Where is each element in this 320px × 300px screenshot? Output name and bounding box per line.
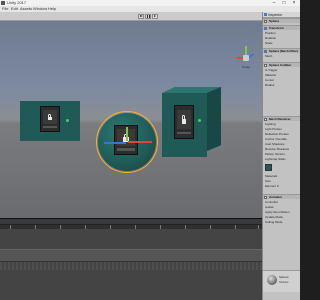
inspector-field: Mesh [265,54,273,58]
unity-logo-icon [1,1,5,5]
pause-button[interactable] [145,14,151,19]
move-x-handle[interactable] [128,141,152,143]
component-header[interactable]: Animator [263,194,300,199]
component-header[interactable]: Transform [263,25,300,30]
material-name: Sphere [279,275,289,279]
inspector-field: Radius [265,83,275,87]
inspector-field: Culling Mode [265,220,283,224]
timeline-track[interactable] [0,249,262,262]
material-shader: Shader [279,280,289,284]
component-enabled-checkbox[interactable] [264,64,267,67]
timeline-clip-region [0,262,262,270]
component-enabled-checkbox[interactable] [264,196,267,199]
inspector-field: Lightmap Static [265,157,286,161]
pause-icon [147,15,150,18]
scene-view[interactable]: Persp [0,21,262,218]
cube-side-face [207,87,221,151]
step-button[interactable] [152,14,158,19]
move-z-handle[interactable] [104,142,126,144]
component-header[interactable]: Mesh Renderer [263,116,300,121]
active-checkbox[interactable] [264,20,267,23]
lock-icon [47,113,53,121]
inspector-field: Scale [265,41,273,45]
inspector-panel: Inspector Sphere Transform Position Rota… [262,12,300,300]
toolbar [0,12,262,21]
play-button[interactable] [138,14,144,19]
material-sphere-icon [267,275,277,285]
inspector-icon [264,13,267,16]
perspective-label[interactable]: Persp [236,65,256,69]
status-indicator [66,119,69,122]
object-name: Sphere [269,19,280,23]
inspector-field: Element 0 [265,184,279,188]
step-icon [154,15,156,17]
move-y-handle[interactable] [126,127,128,141]
transform-icon [264,27,267,30]
play-icon [140,15,143,17]
login-card [40,106,60,132]
scene-orientation-gizmo[interactable]: Persp [236,46,256,72]
component-header[interactable]: Sphere Collider [263,62,300,67]
color-swatch[interactable] [265,164,272,171]
timeline-panel[interactable] [0,218,262,300]
cube-front-face[interactable] [162,93,207,157]
component-header[interactable]: Sphere (Mesh Filter) [263,48,300,53]
component-enabled-checkbox[interactable] [264,118,267,121]
object-header: Sphere [263,18,300,23]
gizmo-center[interactable] [243,55,249,61]
login-card [174,105,194,139]
mesh-filter-icon [264,50,267,53]
lock-icon [181,114,187,124]
status-indicator [198,119,201,122]
quad-panel[interactable] [20,101,80,141]
